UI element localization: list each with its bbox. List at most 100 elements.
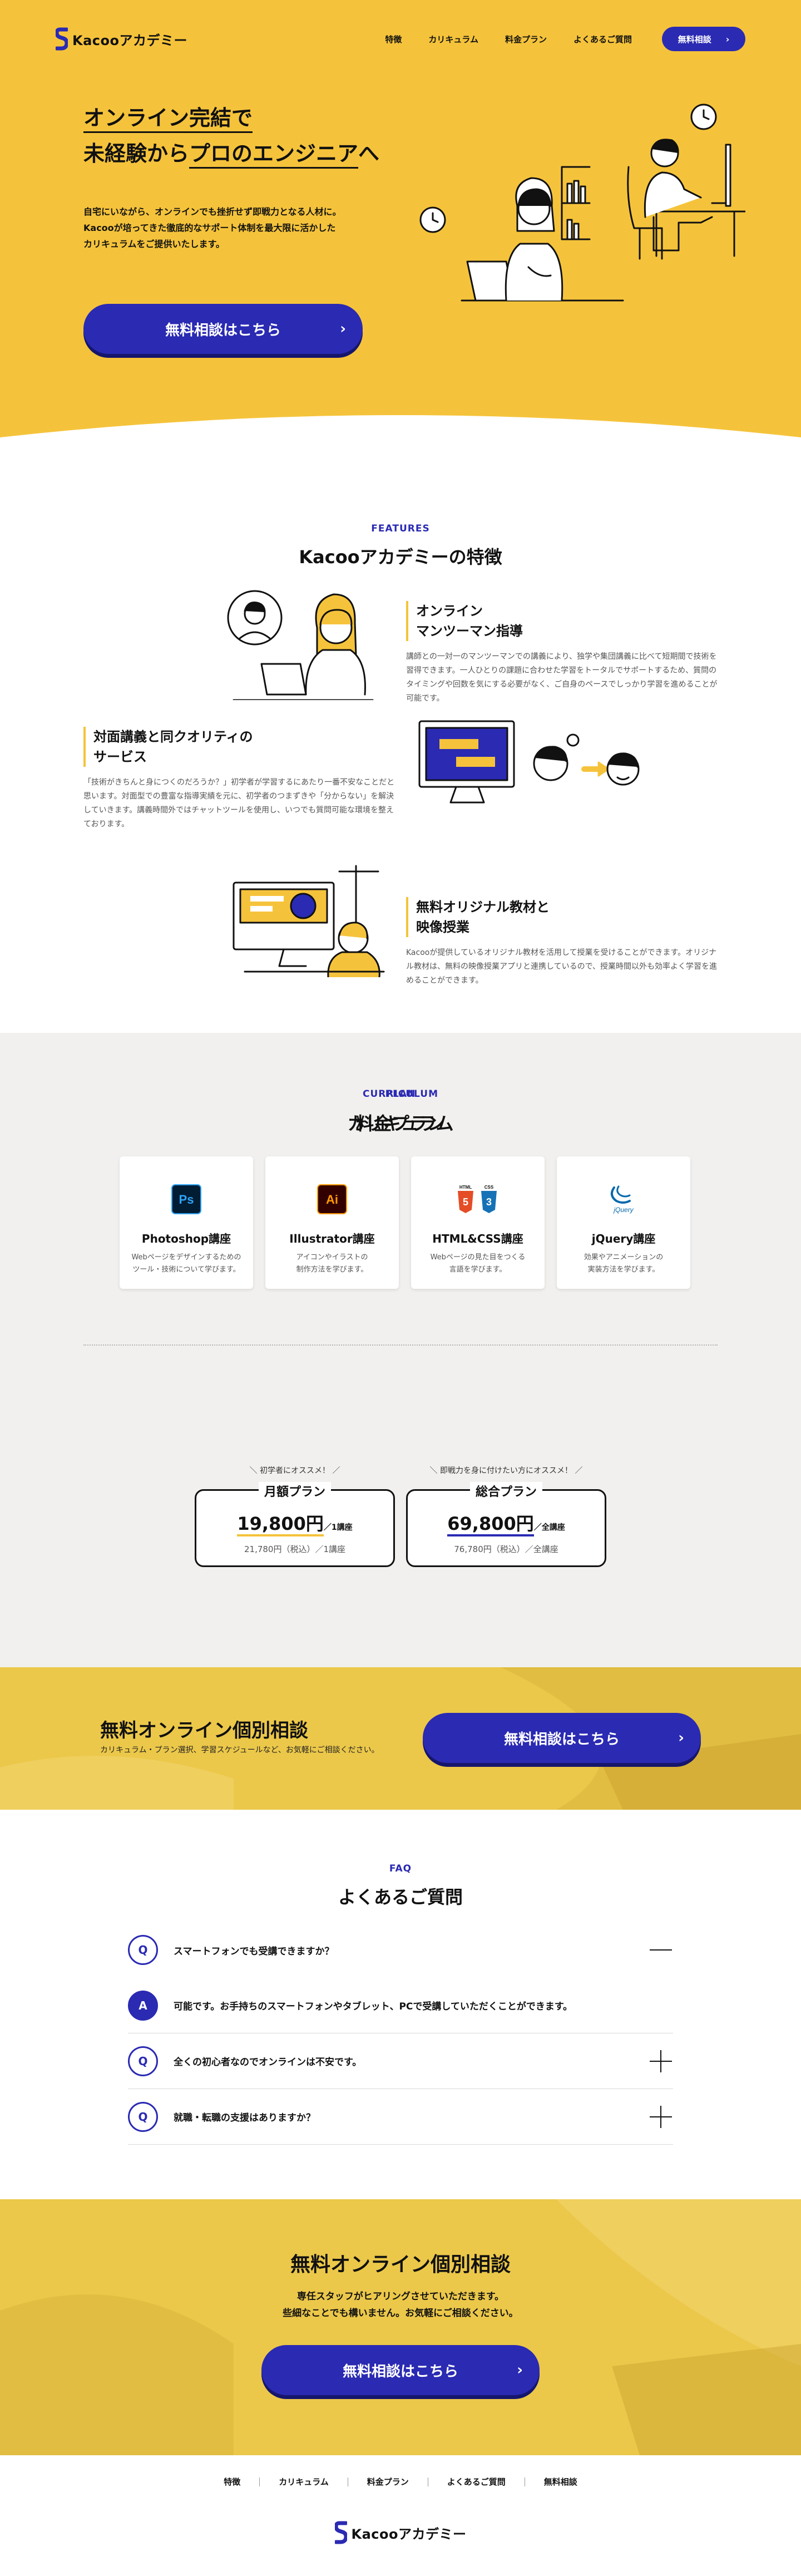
question-badge: Q <box>128 1935 158 1965</box>
plan-monthly: ＼ 初学者にオススメ！ ／ 月額プラン 19,800円／1講座 21,780円（… <box>195 1465 395 1567</box>
feature-2-body: 「技術がきちんと身につくのだろうか？」初学者が学習するにあたり一番不安なことだと… <box>83 778 395 829</box>
nav-item-faq[interactable]: よくあるご質問 <box>573 33 632 45</box>
features-label: FEATURES <box>371 523 430 534</box>
chevron-right-icon: › <box>517 2362 523 2378</box>
curriculum-card-illustrator[interactable]: Ai Illustrator講座 アイコンやイラストの 制作方法を学びます。 <box>265 1156 399 1289</box>
photoshop-icon: Ps <box>171 1184 201 1214</box>
card-desc-line1: アイコンやイラストの <box>296 1253 368 1262</box>
bottom-consult-lead: 専任スタッフがヒアリングさせていただきます。 些細なことでも構いません。お気軽に… <box>0 2288 801 2322</box>
card-desc: 効果やアニメーションの 実装方法を学びます。 <box>557 1252 690 1276</box>
bottom-consult-button[interactable]: 無料相談はこちら › <box>261 2345 540 2395</box>
footer-nav-consult[interactable]: 無料相談 <box>525 2478 596 2486</box>
feature-2-heading-line1: 対面講義と同クオリティの <box>93 729 253 745</box>
consult-band-section: 無料オンライン個別相談 カリキュラム・プラン選択、学習スケジュールなど、お気軽に… <box>0 1667 801 1810</box>
section-divider <box>83 1344 718 1346</box>
hero-consult-button[interactable]: 無料相談はこちら › <box>83 304 363 354</box>
hero-illustration <box>419 104 745 302</box>
feature-materials-illustration <box>233 865 385 977</box>
card-desc-line2: 制作方法を学びます。 <box>296 1265 368 1274</box>
faq-question-1[interactable]: Q スマートフォンでも受講できますか？ <box>128 1922 673 1978</box>
footer-nav-faq[interactable]: よくあるご質問 <box>428 2478 525 2486</box>
faq-answer-1: A 可能です。お手持ちのスマートフォンやタブレット、PCで受講していただくことが… <box>128 1978 673 2033</box>
bottom-consult-button-label: 無料相談はこちら <box>342 2363 458 2380</box>
hero-section: Kacooアカデミー 特徴 カリキュラム 料金プラン よくあるご質問 無料相談 … <box>0 0 801 465</box>
card-desc: Webページの見た目をつくる 言語を学びます。 <box>411 1252 545 1276</box>
plan-title: 料金プラン <box>355 1113 445 1134</box>
hero-title-line2-post: へ <box>358 141 380 166</box>
answer-badge: A <box>128 1990 158 2021</box>
illustrator-icon: Ai <box>317 1184 347 1214</box>
card-desc: Webページをデザインするための ツール・技術について学びます。 <box>120 1252 253 1276</box>
footer-nav-plan[interactable]: 料金プラン <box>348 2478 428 2486</box>
consult-band-button[interactable]: 無料相談はこちら › <box>423 1713 701 1763</box>
footer-nav: 特徴 カリキュラム 料金プラン よくあるご質問 無料相談 <box>0 2478 801 2486</box>
footer-logo[interactable]: Kacooアカデミー <box>0 2521 801 2544</box>
hero-title-line1: オンライン完結で <box>83 106 253 133</box>
hero-title-line2-pre: 未経験から <box>83 141 190 166</box>
feature-item-1: オンライン マンツーマン指導 講師との一対一のマンツーマンでの講義により、独学や… <box>406 601 718 706</box>
site-logo[interactable]: Kacooアカデミー <box>56 27 187 51</box>
bottom-consult-lead-line2: 些細なことでも構いません。お気軽にご相談ください。 <box>283 2308 518 2319</box>
plus-icon[interactable] <box>649 2105 673 2129</box>
bottom-consult-title: 無料オンライン個別相談 <box>290 2253 511 2276</box>
footer-nav-curriculum[interactable]: カリキュラム <box>260 2478 348 2486</box>
card-desc-line2: 実装方法を学びます。 <box>587 1265 660 1274</box>
consult-band-button-label: 無料相談はこちら <box>503 1731 620 1748</box>
logo-mark-icon <box>334 2521 347 2544</box>
hero-bottom-wave <box>0 415 801 465</box>
faq-question-3[interactable]: Q 就職・転職の支援はありますか？ <box>128 2089 673 2145</box>
html-icon-label: HTML <box>459 1185 472 1190</box>
illustrator-icon-text: Ai <box>326 1193 338 1206</box>
nav-item-features[interactable]: 特徴 <box>385 33 402 45</box>
plan-box: 総合プラン 69,800円／全講座 76,780円（税込）／全講座 <box>406 1482 606 1567</box>
card-desc: アイコンやイラストの 制作方法を学びます。 <box>265 1252 399 1276</box>
bottom-consult-section: 無料オンライン個別相談 専任スタッフがヒアリングさせていただきます。 些細なこと… <box>0 2199 801 2455</box>
feature-1-heading-line1: オンライン <box>416 603 483 619</box>
chevron-right-icon: › <box>340 321 346 337</box>
minus-icon[interactable] <box>649 1938 673 1962</box>
features-section: FEATURES Kacooアカデミーの特徴 オンライン マンツーマン指導 講師… <box>0 465 801 1033</box>
plan-tax: 21,780円（税込）／1講座 <box>244 1544 346 1554</box>
hero-lead-line3: カリキュラムをご提供いたします。 <box>83 239 225 249</box>
faq-question-text: スマートフォンでも受講できますか？ <box>174 1945 334 1957</box>
hero-lead-line1: 自宅にいながら、オンラインでも挫折せず即戦力となる人材に。 <box>83 206 342 217</box>
site-header: Kacooアカデミー 特徴 カリキュラム 料金プラン よくあるご質問 無料相談 … <box>56 22 745 56</box>
card-desc-line1: Webページをデザインするための <box>131 1253 241 1262</box>
bottom-consult-background <box>0 2199 801 2455</box>
plan-note: ＼ 即戦力を身に付けたい方にオススメ！ ／ <box>429 1466 583 1475</box>
plan-price: 69,800円／全講座 <box>408 1510 605 1536</box>
curriculum-card-htmlcss[interactable]: HTML 5 CSS 3 HTML&CSS講座 Webページの見た目をつくる 言… <box>411 1156 545 1289</box>
card-title: Illustrator講座 <box>289 1232 375 1245</box>
plan-tax: 76,780円（税込）／全講座 <box>454 1544 558 1554</box>
hero-title: オンライン完結で 未経験からプロのエンジニアへ <box>83 100 379 171</box>
faq-label: FAQ <box>389 1863 412 1874</box>
faq-title: よくあるご質問 <box>338 1887 463 1908</box>
faq-question-2[interactable]: Q 全くの初心者なのでオンラインは不安です。 <box>128 2033 673 2089</box>
feature-3-heading-line2: 映像授業 <box>416 919 469 935</box>
card-desc-line2: ツール・技術について学びます。 <box>132 1265 240 1274</box>
logo-mark-icon <box>56 27 68 51</box>
plan-box: 月額プラン 19,800円／1講座 21,780円（税込）／1講座 <box>195 1482 395 1567</box>
nav-item-plan[interactable]: 料金プラン <box>505 33 547 45</box>
html5-icon-number: 5 <box>463 1196 468 1208</box>
faq-list: Q スマートフォンでも受講できますか？ A 可能です。お手持ちのスマートフォンや… <box>128 1922 673 2145</box>
curriculum-card-jquery[interactable]: jQuery jQuery講座 効果やアニメーションの 実装方法を学びます。 <box>557 1156 690 1289</box>
consult-band-title: 無料オンライン個別相談 <box>100 1720 308 1742</box>
footer-nav-features[interactable]: 特徴 <box>205 2478 260 2486</box>
plus-icon[interactable] <box>649 2049 673 2073</box>
plan-total: ＼ 即戦力を身に付けたい方にオススメ！ ／ 総合プラン 69,800円／全講座 … <box>406 1465 606 1567</box>
card-title: HTML&CSS講座 <box>432 1232 523 1245</box>
feature-1-heading: オンライン マンツーマン指導 <box>406 601 718 641</box>
card-desc-line2: 言語を学びます。 <box>449 1265 507 1274</box>
hero-lead: 自宅にいながら、オンラインでも挫折せず即戦力となる人材に。 Kacooが培ってき… <box>83 204 395 252</box>
feature-3-body: Kacooが提供しているオリジナル教材を活用して授業を受けることができます。オリ… <box>406 948 718 985</box>
plan-price-value: 19,800円 <box>237 1513 324 1536</box>
chevron-right-icon: › <box>725 33 730 45</box>
nav-item-curriculum[interactable]: カリキュラム <box>428 33 478 45</box>
curriculum-cards: Ps Photoshop講座 Webページをデザインするための ツール・技術につ… <box>120 1156 690 1289</box>
curriculum-card-photoshop[interactable]: Ps Photoshop講座 Webページをデザインするための ツール・技術につ… <box>120 1156 253 1289</box>
consult-band-subtitle: カリキュラム・プラン選択、学習スケジュールなど、お気軽にご相談ください。 <box>100 1746 379 1755</box>
hero-lead-line2: Kacooが培ってきた徹底的なサポート体制を最大限に活かした <box>83 223 336 233</box>
header-cta-button[interactable]: 無料相談 › <box>662 27 745 51</box>
logo-text: Kacooアカデミー <box>72 32 187 48</box>
